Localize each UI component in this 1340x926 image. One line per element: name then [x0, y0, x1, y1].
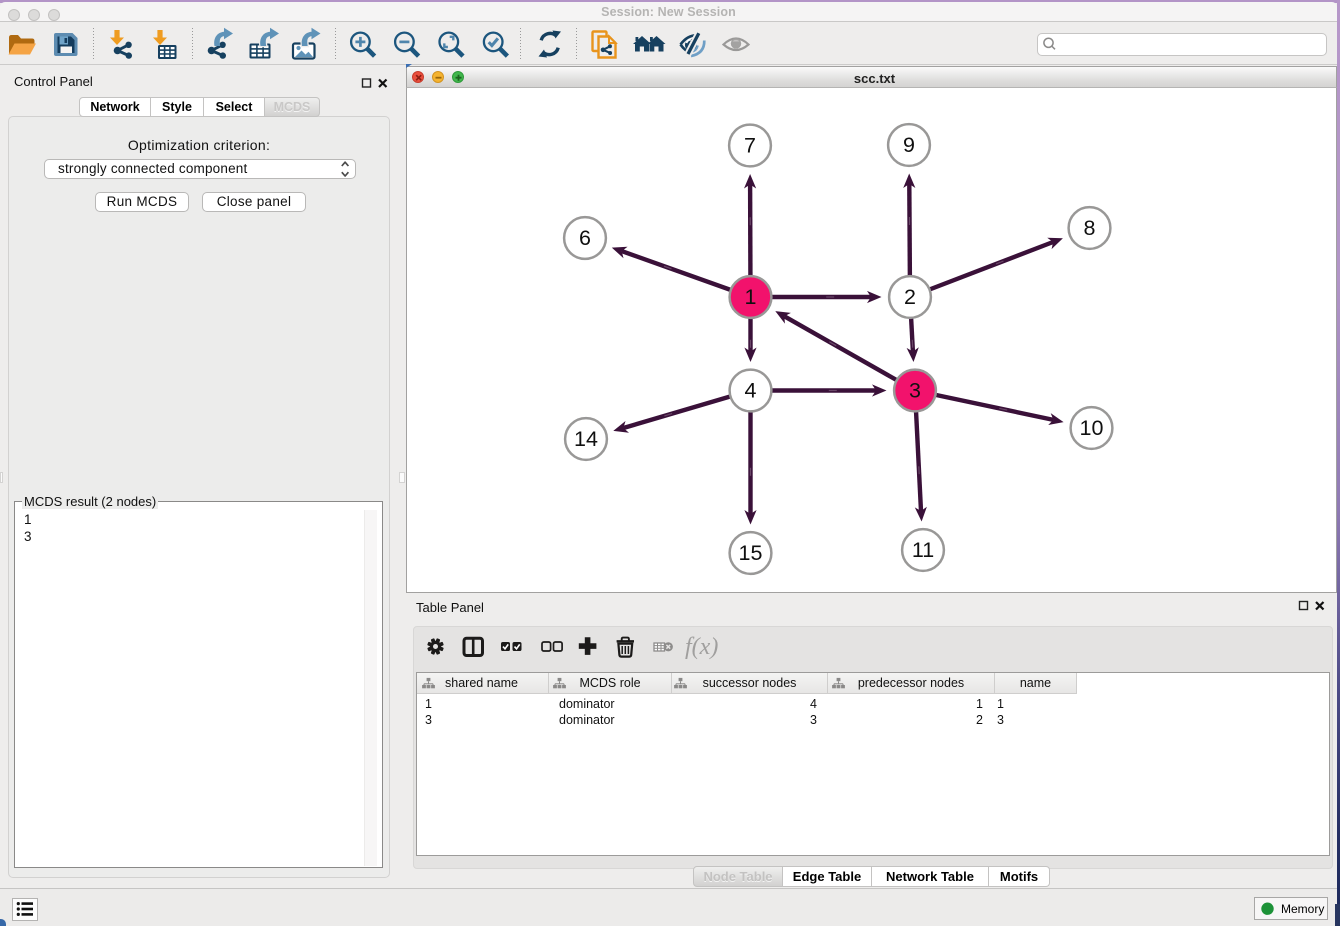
svg-text:f(x): f(x)	[685, 634, 718, 660]
svg-text:Memory: Memory	[1281, 902, 1324, 916]
